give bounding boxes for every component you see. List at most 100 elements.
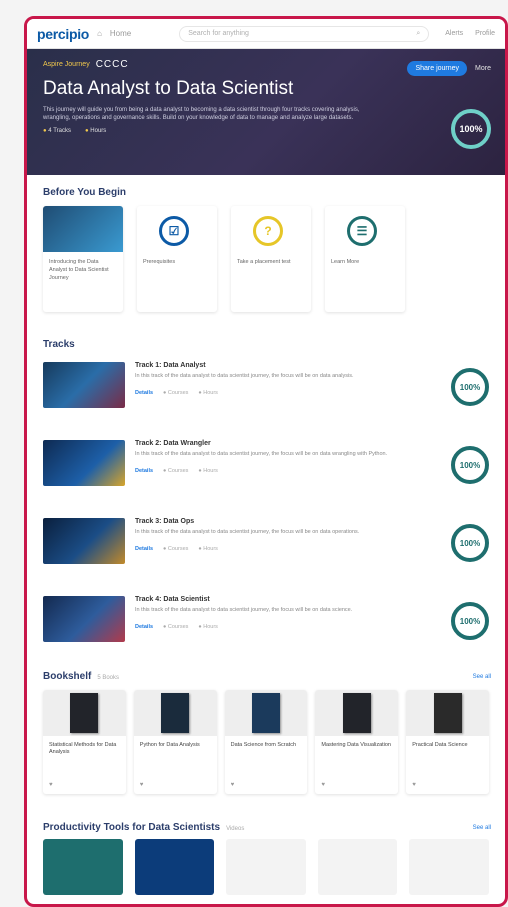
hero-label: Aspire Journey [43, 61, 90, 68]
video-card[interactable] [226, 839, 306, 895]
book-cover [251, 693, 280, 733]
track-progress-ring: 100% [451, 524, 489, 562]
bell-icon[interactable]: Alerts [445, 30, 463, 37]
heart-icon[interactable]: ♥ [412, 782, 416, 788]
track-details-link[interactable]: Details [135, 390, 153, 396]
hours-count: ● Hours [198, 546, 218, 552]
hours-count: ● Hours [198, 390, 218, 396]
book-cover [433, 693, 462, 733]
see-all-link[interactable]: See all [473, 825, 491, 831]
heart-icon[interactable]: ♥ [140, 782, 144, 788]
productivity-section: Productivity Tools for Data Scientists Vi… [27, 822, 505, 895]
track-row[interactable]: Track 3: Data Ops In this track of the d… [27, 518, 505, 584]
book-card[interactable]: Mastering Data Visualization ♥ [315, 690, 399, 794]
user-icon[interactable]: Profile [475, 30, 495, 37]
video-list [27, 833, 505, 895]
more-button[interactable]: More [475, 65, 491, 72]
track-progress-ring: 100% [451, 602, 489, 640]
hours-count: ● Hours [198, 468, 218, 474]
track-row[interactable]: Track 2: Data Wrangler In this track of … [27, 440, 505, 506]
video-card[interactable] [134, 839, 215, 895]
heart-icon[interactable]: ♥ [321, 782, 325, 788]
track-row[interactable]: Track 1: Data Analyst In this track of t… [27, 362, 505, 428]
track-title[interactable]: Track 4: Data Scientist [135, 596, 415, 603]
top-nav: percipio ⌂ Home Search for anything ⌕ Al… [27, 19, 505, 49]
prerequisites-card[interactable]: ☑ Prerequisites [137, 206, 217, 312]
video-card[interactable] [409, 839, 489, 895]
book-title: Mastering Data Visualization [321, 742, 391, 748]
book-count: 5 Books [97, 675, 120, 681]
app-window: percipio ⌂ Home Search for anything ⌕ Al… [24, 16, 508, 907]
courses-count: ● Courses [163, 624, 189, 630]
placement-test-card[interactable]: ? Take a placement test [231, 206, 311, 312]
courses-count: ● Courses [163, 468, 189, 474]
hero-actions: Share journey More [407, 61, 491, 76]
page-title: Data Analyst to Data Scientist [43, 78, 294, 99]
hours-count: ● Hours [198, 624, 218, 630]
section-title: Bookshelf 5 Books [43, 671, 120, 682]
bookshelf-section: Bookshelf 5 Books See all Statistical Met… [27, 671, 505, 794]
before-you-begin-section: Before You Begin Introducing the Data An… [27, 187, 505, 312]
track-title[interactable]: Track 1: Data Analyst [135, 362, 415, 369]
checkbox-icon: ☑ [159, 216, 189, 246]
book-cover [70, 693, 99, 733]
journey-hero: Aspire Journey CCCC Data Analyst to Data… [27, 49, 505, 175]
book-title: Statistical Methods for Data Analysis [49, 742, 117, 755]
question-icon: ? [253, 216, 283, 246]
card-label: Take a placement test [237, 259, 291, 265]
video-card[interactable] [317, 839, 398, 895]
learn-more-card[interactable]: ☰ Learn More [325, 206, 405, 312]
book-card[interactable]: Python for Data Analysis ♥ [133, 690, 217, 794]
track-description: In this track of the data analyst to dat… [135, 451, 388, 457]
track-description: In this track of the data analyst to dat… [135, 373, 354, 379]
track-progress-ring: 100% [451, 368, 489, 406]
track-title[interactable]: Track 2: Data Wrangler [135, 440, 415, 447]
courses-count: ● Courses [163, 390, 189, 396]
book-title: Data Science from Scratch [230, 742, 297, 748]
track-details-link[interactable]: Details [135, 468, 153, 474]
book-title: Practical Data Science [412, 742, 468, 748]
tracks-section: Tracks Track 1: Data Analyst In this tra… [27, 339, 505, 662]
card-label: Introducing the Data Analyst to Data Sci… [49, 259, 109, 281]
hero-code: CCCC [95, 59, 129, 70]
search-placeholder: Search for anything [188, 30, 249, 37]
tracks-count: ● 4 Tracks [43, 128, 71, 134]
intro-video-card[interactable]: Introducing the Data Analyst to Data Sci… [43, 206, 123, 312]
track-thumbnail [43, 440, 125, 486]
home-link[interactable]: Home [110, 29, 131, 38]
hero-description: This journey will guide you from being a… [43, 107, 360, 121]
track-thumbnail [43, 596, 125, 642]
track-title[interactable]: Track 3: Data Ops [135, 518, 415, 525]
track-details-link[interactable]: Details [135, 624, 153, 630]
track-row[interactable]: Track 4: Data Scientist In this track of… [27, 596, 505, 662]
video-card[interactable] [43, 839, 123, 895]
video-thumbnail [43, 206, 123, 252]
card-label: Learn More [331, 259, 360, 265]
search-input[interactable]: Search for anything ⌕ [179, 25, 430, 42]
see-all-link[interactable]: See all [473, 674, 491, 680]
book-cover [342, 693, 371, 733]
hero-meta: ● 4 Tracks ● Hours [43, 128, 489, 134]
nav-right: Alerts Profile [445, 30, 495, 37]
track-description: In this track of the data analyst to dat… [135, 529, 360, 535]
track-details-link[interactable]: Details [135, 546, 153, 552]
heart-icon[interactable]: ♥ [49, 782, 53, 788]
book-card[interactable]: Data Science from Scratch ♥ [224, 690, 308, 794]
share-journey-button[interactable]: Share journey [407, 61, 468, 76]
track-thumbnail [43, 518, 125, 564]
journey-progress-ring: 100% [451, 109, 491, 149]
book-list: Statistical Methods for Data Analysis ♥ … [27, 682, 505, 794]
book-title: Python for Data Analysis [139, 742, 200, 748]
track-progress-ring: 100% [451, 446, 489, 484]
section-title: Before You Begin [43, 187, 126, 198]
track-thumbnail [43, 362, 125, 408]
section-title: Tracks [43, 339, 75, 350]
heart-icon[interactable]: ♥ [231, 782, 235, 788]
book-card[interactable]: Practical Data Science ♥ [406, 690, 489, 794]
card-label: Prerequisites [143, 259, 176, 265]
search-icon[interactable]: ⌕ [416, 30, 420, 38]
list-icon: ☰ [347, 216, 377, 246]
percipio-logo[interactable]: percipio [37, 26, 89, 42]
book-card[interactable]: Statistical Methods for Data Analysis ♥ [43, 690, 126, 794]
home-icon[interactable]: ⌂ [97, 29, 102, 38]
